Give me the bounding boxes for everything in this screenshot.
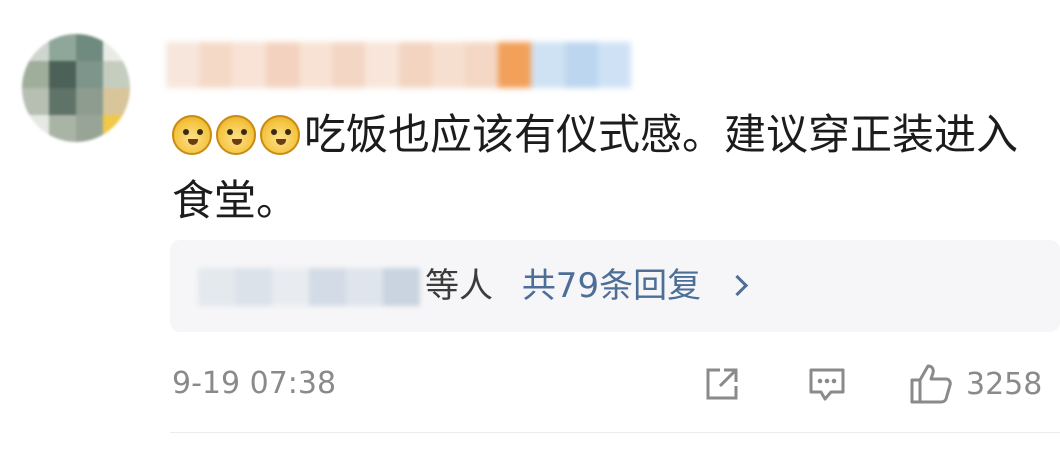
share-button[interactable] xyxy=(700,362,744,406)
username[interactable] xyxy=(166,42,632,88)
doge-emoji-icon xyxy=(172,115,212,155)
like-button[interactable]: 3258 xyxy=(908,362,1042,406)
thumbs-up-icon[interactable] xyxy=(908,362,956,406)
reply-summary: 等人 共79条回复 xyxy=(425,258,748,314)
like-count: 3258 xyxy=(966,366,1043,402)
avatar[interactable] xyxy=(22,34,130,142)
view-replies-link[interactable]: 共79条回复 xyxy=(522,266,701,306)
divider xyxy=(170,432,1060,433)
reply-preview[interactable]: 等人 共79条回复 xyxy=(170,240,1060,332)
doge-emoji-icon xyxy=(216,115,256,155)
reply-suffix: 等人 xyxy=(425,266,493,306)
comment-icon[interactable] xyxy=(805,362,849,406)
doge-emoji-icon xyxy=(260,115,300,155)
comment-text: 吃饭也应该有仪式感。建议穿正装进入食堂。 xyxy=(172,110,1019,225)
comment-body: 吃饭也应该有仪式感。建议穿正装进入食堂。 xyxy=(172,102,1032,234)
reply-usernames xyxy=(198,268,420,306)
reply-button[interactable] xyxy=(805,362,849,406)
share-icon[interactable] xyxy=(700,362,744,406)
comment-timestamp: 9-19 07:38 xyxy=(172,366,337,401)
chevron-right-icon[interactable] xyxy=(726,274,748,297)
